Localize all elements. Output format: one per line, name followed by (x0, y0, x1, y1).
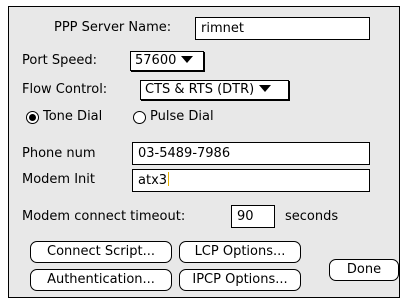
timeout-unit: seconds (285, 209, 339, 224)
phone-num-field[interactable]: 03-5489-7986 (132, 142, 370, 165)
server-name-label: PPP Server Name: (54, 20, 172, 35)
ipcp-options-button[interactable]: IPCP Options... (179, 269, 301, 291)
text-cursor (168, 172, 170, 186)
lcp-options-button[interactable]: LCP Options... (179, 241, 301, 263)
popup-arrow-icon (181, 56, 194, 63)
authentication-button[interactable]: Authentication... (30, 269, 172, 291)
flow-control-value: CTS & RTS (DTR) (145, 82, 255, 97)
flow-control-popup[interactable]: CTS & RTS (DTR) (140, 80, 289, 100)
ppp-config-dialog: PPP Server Name: rimnet Port Speed: 5760… (8, 6, 400, 298)
tone-dial-label[interactable]: Tone Dial (43, 109, 102, 124)
port-speed-popup[interactable]: 57600 (130, 51, 204, 71)
modem-init-label: Modem Init (22, 172, 95, 187)
flow-control-label: Flow Control: (22, 82, 108, 97)
modem-init-value: atx3 (138, 173, 168, 188)
server-name-field[interactable]: rimnet (195, 17, 370, 40)
timeout-label: Modem connect timeout: (22, 209, 186, 224)
port-speed-label: Port Speed: (22, 53, 98, 68)
done-button[interactable]: Done (329, 259, 399, 281)
connect-script-button[interactable]: Connect Script... (30, 241, 172, 263)
port-speed-value: 57600 (135, 53, 177, 68)
pulse-dial-radio[interactable] (133, 111, 146, 124)
tone-dial-radio[interactable] (26, 111, 39, 124)
phone-num-label: Phone num (22, 146, 96, 161)
popup-arrow-icon (259, 85, 272, 92)
timeout-field[interactable]: 90 (231, 205, 275, 228)
pulse-dial-label[interactable]: Pulse Dial (150, 109, 214, 124)
modem-init-field[interactable]: atx3 (132, 169, 370, 192)
